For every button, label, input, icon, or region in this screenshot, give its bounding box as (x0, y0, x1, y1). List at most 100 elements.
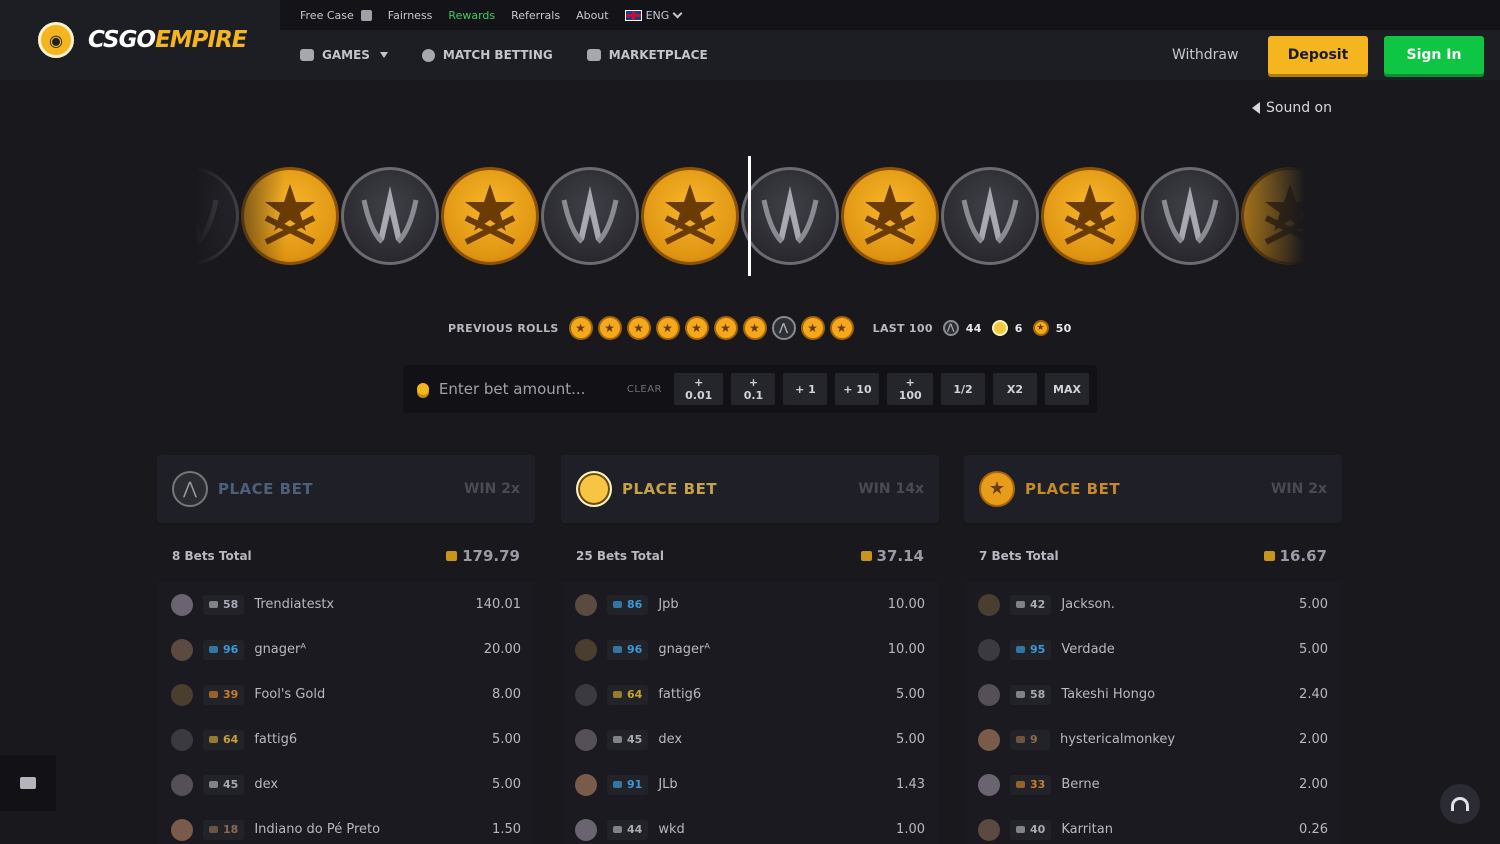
avatar[interactable] (575, 773, 597, 796)
bonus-coin-icon (991, 320, 1008, 336)
level-badge: 64 (203, 729, 245, 750)
avatar[interactable] (171, 683, 193, 706)
bets-total-amount: 16.67 (1279, 547, 1327, 565)
avatar[interactable] (575, 683, 597, 706)
avatar[interactable] (171, 818, 193, 841)
language-select[interactable]: ENG (624, 8, 683, 22)
previous-roll-t-icon (829, 316, 854, 340)
quick-bet-button[interactable]: + 10 (835, 373, 880, 405)
avatar[interactable] (978, 638, 1000, 661)
logo[interactable]: ◉ CSGOEMPIRE (0, 0, 280, 80)
referrals-link[interactable]: Referrals (511, 9, 560, 22)
bet-amount: 5.00 (1299, 642, 1328, 657)
avatar[interactable] (575, 818, 597, 841)
table-row: 58 Takeshi Hongo 2.40 (964, 672, 1342, 717)
bet-amount: 1.43 (896, 777, 925, 792)
quick-bet-button[interactable]: + 1 (783, 373, 828, 405)
ct-coin-icon (172, 471, 208, 507)
quick-bet-button[interactable]: X2 (993, 373, 1037, 405)
bet-amount: 1.50 (492, 822, 521, 837)
avatar[interactable] (171, 773, 193, 796)
support-button[interactable] (1440, 784, 1480, 824)
withdraw-link[interactable]: Withdraw (1172, 47, 1238, 63)
quick-bet-button[interactable]: 1/2 (941, 373, 985, 405)
table-row: 40 Karritan 0.26 (964, 807, 1342, 844)
username[interactable]: Takeshi Hongo (1061, 687, 1299, 702)
sign-in-button[interactable]: Sign In (1384, 36, 1484, 74)
win-multiplier: WIN 2x (463, 481, 520, 497)
table-row: 95 Verdade 5.00 (964, 627, 1342, 672)
quick-bet-button[interactable]: MAX (1045, 373, 1089, 405)
previous-roll-t-icon (684, 316, 709, 340)
avatar[interactable] (171, 593, 193, 616)
place-bet-t-button[interactable]: PLACE BET WIN 2x (964, 455, 1342, 523)
quick-bet-button[interactable]: + 100 (887, 373, 933, 405)
fairness-link[interactable]: Fairness (388, 9, 433, 22)
about-link[interactable]: About (576, 9, 609, 22)
avatar[interactable] (978, 593, 1000, 616)
gift-icon (360, 9, 372, 21)
username[interactable]: gnagerᴬ (254, 642, 483, 657)
bet-amount: 2.00 (1299, 777, 1328, 792)
username[interactable]: dex (254, 777, 492, 792)
ct-coin (941, 167, 1039, 265)
quick-bet-button[interactable]: + 0.1 (731, 373, 776, 405)
win-multiplier: WIN 14x (858, 481, 924, 497)
username[interactable]: dex (658, 732, 896, 747)
bet-amount: 20.00 (483, 642, 521, 657)
sound-toggle[interactable]: Sound on (1252, 100, 1332, 116)
level-badge: 91 (607, 774, 649, 795)
level-badge: 58 (1010, 684, 1052, 705)
bet-amount: 8.00 (492, 687, 521, 702)
deposit-button[interactable]: Deposit (1268, 36, 1368, 74)
level-badge: 86 (607, 594, 649, 615)
rewards-link[interactable]: Rewards (448, 9, 495, 22)
level-badge: 42 (1010, 594, 1052, 615)
ct-coin (541, 167, 639, 265)
username[interactable]: Karritan (1061, 822, 1299, 837)
bets-total-label: 25 Bets Total (576, 549, 665, 563)
username[interactable]: hystericalmonkey (1060, 732, 1299, 747)
quick-bet-button[interactable]: + 0.01 (674, 373, 724, 405)
free-case-link[interactable]: Free Case (300, 9, 372, 22)
avatar[interactable] (575, 593, 597, 616)
clear-button[interactable]: CLEAR (627, 384, 662, 395)
chat-toggle-button[interactable] (0, 755, 56, 811)
username[interactable]: Fool's Gold (254, 687, 492, 702)
avatar[interactable] (171, 728, 193, 751)
username[interactable]: Berne (1061, 777, 1299, 792)
globe-icon (421, 48, 435, 62)
headset-icon (1451, 797, 1469, 811)
avatar[interactable] (978, 773, 1000, 796)
level-badge: 95 (1010, 639, 1052, 660)
avatar[interactable] (978, 683, 1000, 706)
previous-roll-ct-icon (771, 316, 796, 340)
username[interactable]: fattig6 (254, 732, 492, 747)
username[interactable]: JLb (658, 777, 896, 792)
bet-amount-input[interactable] (438, 374, 619, 404)
avatar[interactable] (171, 638, 193, 661)
avatar[interactable] (978, 728, 1000, 751)
avatar[interactable] (575, 728, 597, 751)
coins-icon (417, 383, 429, 395)
level-badge: 18 (203, 819, 245, 840)
avatar[interactable] (575, 638, 597, 661)
nav-games[interactable]: GAMES (300, 48, 388, 62)
username[interactable]: Indiano do Pé Preto (254, 822, 492, 837)
nav-match-betting[interactable]: MATCH BETTING (421, 48, 553, 62)
place-bet-bonus-button[interactable]: PLACE BET WIN 14x (561, 455, 939, 523)
username[interactable]: wkd (658, 822, 896, 837)
table-row: 91 JLb 1.43 (561, 762, 939, 807)
level-badge: 64 (607, 684, 649, 705)
place-bet-ct-button[interactable]: PLACE BET WIN 2x (157, 455, 535, 523)
username[interactable]: Trendiatestx (254, 597, 475, 612)
avatar[interactable] (978, 818, 1000, 841)
nav-marketplace[interactable]: MARKETPLACE (586, 48, 708, 62)
bet-list: 42 Jackson. 5.00 95 Verdade 5.00 58 Takeshi Hon… (964, 582, 1342, 844)
username[interactable]: Jackson. (1061, 597, 1299, 612)
username[interactable]: Jpb (658, 597, 887, 612)
username[interactable]: fattig6 (658, 687, 896, 702)
username[interactable]: Verdade (1061, 642, 1299, 657)
last-100-ct-count: 44 (965, 321, 982, 335)
username[interactable]: gnagerᴬ (658, 642, 887, 657)
